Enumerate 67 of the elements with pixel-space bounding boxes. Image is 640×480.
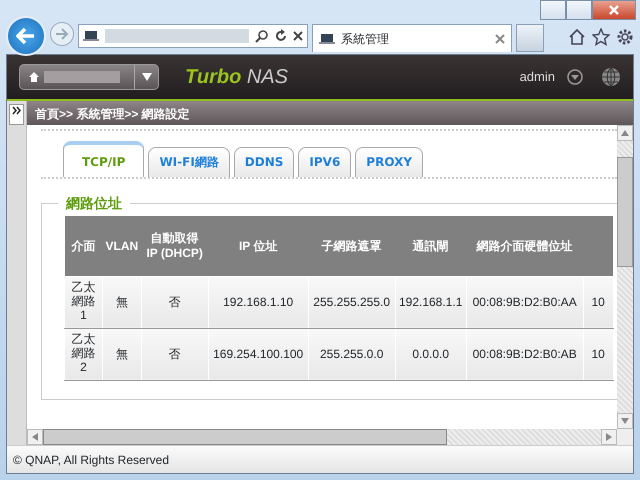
- tab[interactable]: IPV6: [298, 147, 352, 177]
- forward-button[interactable]: [50, 22, 74, 46]
- tab[interactable]: PROXY: [355, 147, 424, 177]
- home-icon: [28, 71, 40, 83]
- caret-icon: [142, 73, 152, 81]
- table-cell: 無: [116, 295, 128, 309]
- table-cell: 乙太網路 2: [72, 332, 96, 374]
- browser-tab[interactable]: 系統管理: [312, 24, 512, 52]
- tab[interactable]: DDNS: [234, 147, 294, 177]
- table-cell: 10: [591, 295, 605, 309]
- close-icon: [608, 4, 620, 16]
- table-cell: 乙太網路 1: [72, 280, 96, 322]
- left-arrow-icon[interactable]: [32, 433, 38, 441]
- table-cell: 00:08:9B:D2:B0:AA: [472, 295, 577, 309]
- column-header: 網路介面硬體位址: [476, 238, 573, 253]
- right-arrow-icon[interactable]: [606, 433, 612, 441]
- home-icon[interactable]: [568, 28, 586, 46]
- search-icon: [255, 29, 269, 43]
- column-header: 自動取得 IP (DHCP): [146, 231, 203, 260]
- up-arrow-icon[interactable]: [621, 130, 629, 136]
- address-field[interactable]: [78, 24, 308, 48]
- column-header: IP 位址: [238, 238, 278, 253]
- column-header: 介面: [72, 238, 96, 253]
- user-name[interactable]: admin: [520, 67, 555, 87]
- table-cell: 169.254.100.100: [213, 347, 304, 361]
- dropdown-icon[interactable]: [567, 69, 583, 85]
- close-icon[interactable]: [495, 34, 505, 44]
- table-cell: 無: [116, 347, 128, 361]
- globe-icon[interactable]: [601, 67, 621, 87]
- table-cell: 192.168.1.1: [398, 295, 462, 309]
- minimize-button[interactable]: [540, 0, 566, 20]
- settings-icon[interactable]: [616, 28, 634, 46]
- tab[interactable]: WI-FI網路: [148, 147, 230, 177]
- scrollbar-corner: [617, 429, 633, 445]
- vertical-scrollbar[interactable]: [617, 125, 633, 429]
- column-header: VLAN: [106, 238, 138, 253]
- breadcrumb: 首頁>> 系統管理>> 網路設定: [27, 101, 633, 125]
- star-icon[interactable]: [592, 28, 610, 46]
- table-cell: 否: [168, 347, 181, 361]
- table-cell: 00:08:9B:D2:B0:AB: [472, 347, 577, 361]
- expand-button[interactable]: [9, 104, 24, 125]
- table-cell: 10: [591, 347, 605, 361]
- refresh-icon: [275, 29, 287, 43]
- column-header: 子網路遮罩: [322, 238, 382, 253]
- table-cell: 255.255.255.0: [313, 295, 390, 309]
- table-cell: 192.168.1.10: [223, 295, 294, 309]
- laptop-icon: [319, 32, 335, 44]
- laptop-icon: [83, 30, 99, 42]
- table-cell: 否: [168, 295, 181, 309]
- left-arrow-icon: [16, 27, 36, 45]
- tab-title: 系統管理: [341, 30, 389, 48]
- maximize-button[interactable]: [566, 0, 592, 20]
- tab[interactable]: TCP/IP: [63, 141, 144, 177]
- close-button[interactable]: [592, 0, 636, 20]
- down-arrow-icon[interactable]: [621, 418, 629, 424]
- right-arrow-icon: [55, 28, 69, 40]
- new-tab-button[interactable]: [516, 24, 544, 52]
- logo: Turbo NAS: [185, 65, 288, 90]
- back-button[interactable]: [6, 16, 46, 56]
- horizontal-scrollbar[interactable]: [27, 429, 633, 445]
- server-dropdown[interactable]: [19, 64, 159, 90]
- copyright-text: © QNAP, All Rights Reserved: [7, 445, 633, 473]
- stop-icon: [293, 31, 303, 41]
- table-cell: 0.0.0.0: [412, 347, 450, 361]
- column-header: 通訊閘: [412, 238, 449, 253]
- table-cell: 255.255.0.0: [320, 347, 384, 361]
- double-chevron-icon: [12, 106, 21, 116]
